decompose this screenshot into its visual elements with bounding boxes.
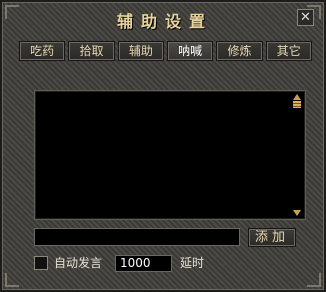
message-list[interactable] — [34, 90, 306, 220]
tab-other[interactable]: 其它 — [265, 41, 312, 61]
arrow-down-icon[interactable] — [293, 210, 301, 216]
settings-window: 辅助设置 ✕ 吃药 拾取 辅助 呐喊 修炼 其它 添加 自动发言 1000 延时 — [0, 0, 326, 292]
auto-speak-checkbox[interactable] — [34, 256, 48, 270]
tab-assist[interactable]: 辅助 — [117, 41, 164, 61]
arrow-up-icon[interactable] — [293, 94, 301, 100]
tab-bar: 吃药 拾取 辅助 呐喊 修炼 其它 — [19, 41, 312, 61]
tab-pickup[interactable]: 拾取 — [68, 41, 115, 61]
window-title: 辅助设置 — [116, 12, 213, 31]
scroll-thumb[interactable] — [293, 101, 301, 108]
delay-label: 延时 — [180, 256, 205, 270]
auto-speak-label: 自动发言 — [54, 256, 103, 270]
tab-shout[interactable]: 呐喊 — [166, 41, 214, 61]
add-button[interactable]: 添加 — [248, 228, 296, 247]
corner-ornament — [5, 273, 19, 287]
close-icon[interactable]: ✕ — [297, 9, 314, 26]
corner-ornament — [307, 273, 321, 287]
delay-input[interactable]: 1000 — [115, 255, 172, 272]
tab-cultivate[interactable]: 修炼 — [216, 41, 263, 61]
message-input[interactable] — [34, 228, 240, 246]
tab-eat-medicine[interactable]: 吃药 — [19, 41, 66, 61]
scrollbar[interactable] — [293, 94, 301, 216]
